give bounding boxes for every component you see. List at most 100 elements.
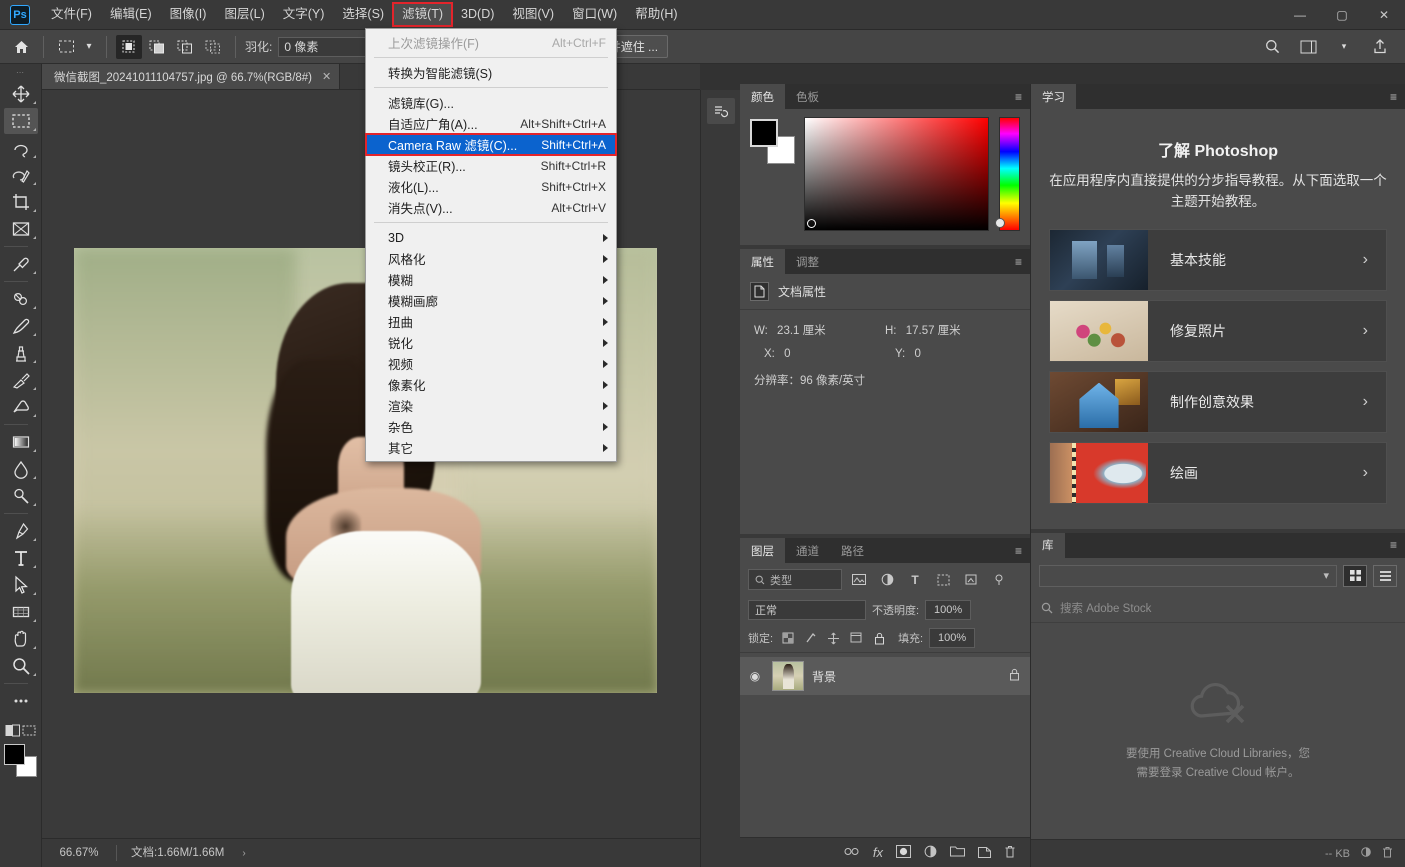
workspace-icon[interactable] bbox=[1295, 35, 1321, 59]
color-swatches[interactable] bbox=[3, 744, 38, 778]
adjustment-layer-icon[interactable] bbox=[924, 845, 937, 861]
maximize-button[interactable]: ▢ bbox=[1321, 0, 1363, 30]
toolbar-grip[interactable]: ⋯ bbox=[16, 68, 25, 77]
add-to-selection-button[interactable] bbox=[144, 35, 170, 59]
smartobject-filter-icon[interactable] bbox=[960, 569, 982, 590]
menu-3d[interactable]: 3D(D) bbox=[452, 3, 503, 26]
rectangular-marquee-tool[interactable] bbox=[3, 108, 38, 134]
opacity-input[interactable]: 100% bbox=[925, 600, 972, 620]
learn-card-basics[interactable]: 基本技能 › bbox=[1049, 228, 1387, 291]
tab-learn[interactable]: 学习 bbox=[1031, 84, 1076, 109]
menu-window[interactable]: 窗口(W) bbox=[563, 3, 626, 26]
lock-artboard-icon[interactable] bbox=[848, 630, 865, 647]
document-tab[interactable]: 微信截图_20241011104757.jpg @ 66.7%(RGB/8#) … bbox=[42, 64, 341, 89]
learn-card-paint[interactable]: 绘画 › bbox=[1049, 441, 1387, 504]
layer-filter-select[interactable]: 类型 bbox=[748, 569, 842, 590]
tab-paths[interactable]: 路径 bbox=[830, 538, 875, 563]
menuitem-video[interactable]: 视频 bbox=[366, 353, 616, 374]
adjustment-filter-icon[interactable] bbox=[876, 569, 898, 590]
clone-stamp-tool[interactable] bbox=[4, 340, 38, 366]
chevron-down-icon[interactable]: ▾ bbox=[1331, 35, 1357, 59]
list-view-icon[interactable] bbox=[1373, 564, 1397, 587]
menu-view[interactable]: 视图(V) bbox=[503, 3, 563, 26]
menuitem-blur-gallery[interactable]: 模糊画廊 bbox=[366, 290, 616, 311]
path-selection-tool[interactable] bbox=[4, 572, 38, 598]
screen-mode-icon[interactable] bbox=[22, 723, 37, 738]
learn-card-retouch[interactable]: 修复照片 › bbox=[1049, 299, 1387, 362]
menuitem-other[interactable]: 其它 bbox=[366, 437, 616, 458]
color-panel-foreground-swatch[interactable] bbox=[750, 119, 778, 147]
quick-selection-tool[interactable] bbox=[4, 162, 38, 188]
learn-card-creative[interactable]: 制作创意效果 › bbox=[1049, 370, 1387, 433]
tab-layers[interactable]: 图层 bbox=[740, 538, 785, 563]
brush-tool[interactable] bbox=[4, 313, 38, 339]
menuitem-stylize[interactable]: 风格化 bbox=[366, 248, 616, 269]
dodge-tool[interactable] bbox=[4, 483, 38, 509]
type-filter-icon[interactable]: T bbox=[904, 569, 926, 590]
color-spectrum[interactable] bbox=[804, 117, 989, 231]
horizontal-type-tool[interactable] bbox=[4, 545, 38, 571]
menuitem-vanishing-point[interactable]: 消失点(V)... Alt+Ctrl+V bbox=[366, 197, 616, 218]
new-layer-icon[interactable] bbox=[978, 845, 991, 861]
menuitem-filter-gallery[interactable]: 滤镜库(G)... bbox=[366, 92, 616, 113]
menuitem-blur[interactable]: 模糊 bbox=[366, 269, 616, 290]
lasso-tool[interactable] bbox=[4, 135, 38, 161]
sync-icon[interactable] bbox=[1359, 846, 1373, 861]
menuitem-3d[interactable]: 3D bbox=[366, 227, 616, 248]
layer-row[interactable]: ◉ 背景 bbox=[740, 657, 1030, 695]
layer-style-icon[interactable]: fx bbox=[873, 845, 883, 860]
menuitem-pixelate[interactable]: 像素化 bbox=[366, 374, 616, 395]
lock-all-icon[interactable] bbox=[871, 630, 888, 647]
fill-input[interactable]: 100% bbox=[929, 628, 976, 648]
menu-layer[interactable]: 图层(L) bbox=[215, 3, 273, 26]
pen-tool[interactable] bbox=[4, 518, 38, 544]
menu-select[interactable]: 选择(S) bbox=[333, 3, 393, 26]
share-icon[interactable] bbox=[1367, 35, 1393, 59]
lock-transparent-icon[interactable] bbox=[779, 630, 796, 647]
menuitem-distort[interactable]: 扭曲 bbox=[366, 311, 616, 332]
eraser-tool[interactable] bbox=[4, 394, 38, 420]
menu-filter[interactable]: 滤镜(T) bbox=[392, 2, 454, 27]
tab-libraries[interactable]: 库 bbox=[1031, 532, 1065, 558]
menu-image[interactable]: 图像(I) bbox=[161, 3, 216, 26]
link-layers-icon[interactable] bbox=[843, 846, 860, 860]
filter-menu-dropdown[interactable]: 上次滤镜操作(F) Alt+Ctrl+F 转换为智能滤镜(S) 滤镜库(G)... 自适… bbox=[365, 28, 617, 462]
subtract-from-selection-button[interactable] bbox=[172, 35, 198, 59]
tab-swatches[interactable]: 色板 bbox=[785, 84, 830, 109]
crop-tool[interactable] bbox=[4, 189, 38, 215]
libraries-search-row[interactable]: 搜索 Adobe Stock bbox=[1031, 593, 1405, 623]
gradient-tool[interactable] bbox=[4, 429, 38, 455]
edit-toolbar-tool[interactable] bbox=[4, 688, 38, 714]
zoom-level[interactable]: 66.67% bbox=[42, 847, 116, 859]
menuitem-lens-correction[interactable]: 镜头校正(R)... Shift+Ctrl+R bbox=[366, 155, 616, 176]
feather-input[interactable]: 0 像素 bbox=[278, 36, 375, 57]
hand-tool[interactable] bbox=[4, 626, 38, 652]
lock-icon[interactable] bbox=[1009, 668, 1020, 684]
tab-channels[interactable]: 通道 bbox=[785, 538, 830, 563]
tab-adjustments[interactable]: 调整 bbox=[785, 249, 830, 274]
quick-mask-icon[interactable] bbox=[5, 723, 20, 738]
menuitem-convert-smart-filter[interactable]: 转换为智能滤镜(S) bbox=[366, 62, 616, 83]
close-icon[interactable]: ✕ bbox=[322, 70, 331, 83]
zoom-tool[interactable] bbox=[4, 653, 38, 679]
close-button[interactable]: ✕ bbox=[1363, 0, 1405, 30]
layer-name[interactable]: 背景 bbox=[812, 668, 1001, 685]
blur-tool[interactable] bbox=[4, 456, 38, 482]
menu-type[interactable]: 文字(Y) bbox=[274, 3, 334, 26]
color-panel-swatches[interactable] bbox=[750, 119, 795, 165]
frame-tool[interactable] bbox=[4, 216, 38, 242]
rectangle-tool[interactable] bbox=[4, 599, 38, 625]
menuitem-camera-raw-filter[interactable]: Camera Raw 滤镜(C)... Shift+Ctrl+A bbox=[365, 133, 617, 156]
history-icon[interactable] bbox=[706, 98, 735, 124]
spot-healing-brush-tool[interactable] bbox=[4, 286, 38, 312]
library-select[interactable]: ▾ bbox=[1039, 564, 1337, 587]
panel-menu-icon[interactable]: ≡ bbox=[1015, 91, 1022, 103]
menuitem-liquify[interactable]: 液化(L)... Shift+Ctrl+X bbox=[366, 176, 616, 197]
panel-menu-icon[interactable]: ≡ bbox=[1015, 545, 1022, 557]
shape-filter-icon[interactable] bbox=[932, 569, 954, 590]
menu-file[interactable]: 文件(F) bbox=[42, 3, 101, 26]
blend-mode-select[interactable]: 正常 bbox=[748, 600, 866, 620]
move-tool[interactable] bbox=[4, 81, 38, 107]
eyedropper-tool[interactable] bbox=[4, 251, 38, 277]
status-expand-icon[interactable]: › bbox=[242, 848, 245, 859]
